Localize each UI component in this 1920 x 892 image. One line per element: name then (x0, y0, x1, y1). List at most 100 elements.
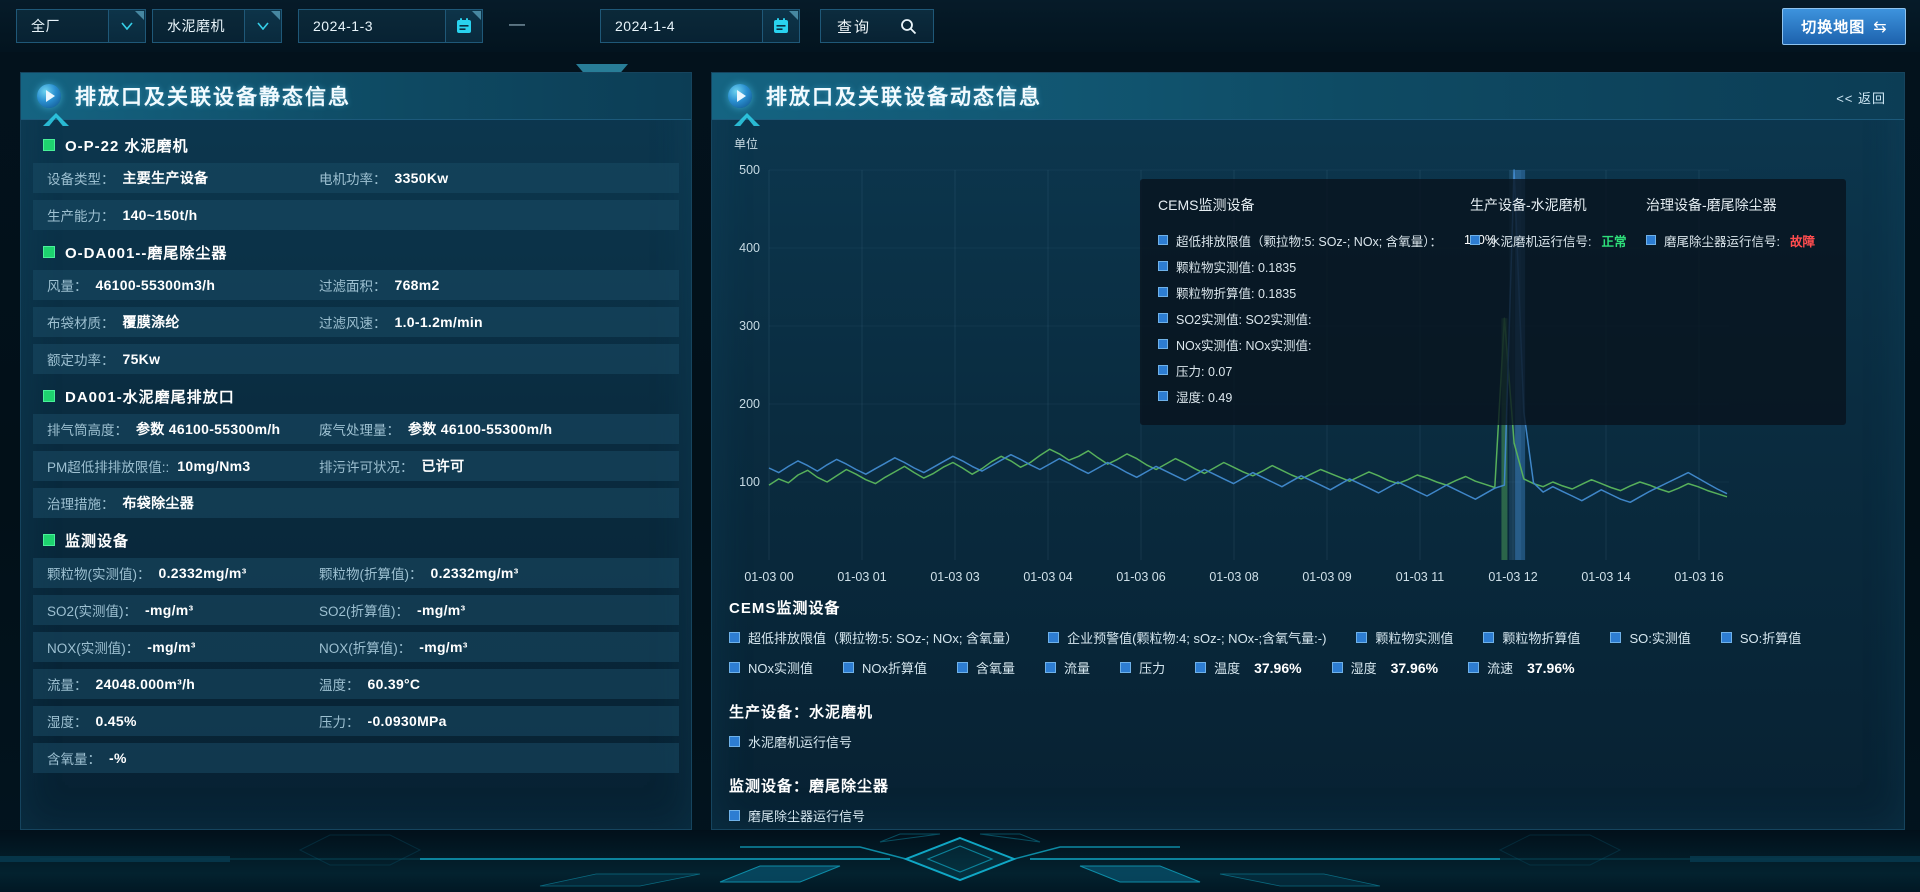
y-tick-label: 300 (739, 319, 760, 333)
legend-item[interactable]: 流速37.96% (1468, 658, 1575, 677)
legend-item[interactable]: 湿度37.96% (1332, 658, 1439, 677)
field-value: 0.2332mg/m³ (431, 565, 519, 581)
green-square-icon (43, 139, 55, 151)
legend-item[interactable]: 含氧量 (957, 658, 1015, 677)
field-value: -mg/m³ (417, 602, 465, 618)
section-title: 监测设备 (65, 530, 129, 551)
calendar-icon[interactable] (445, 10, 482, 42)
section-header: 监测设备 (35, 525, 679, 555)
chevron-decoration (734, 113, 760, 126)
plant-select[interactable]: 全厂 (16, 9, 146, 43)
legend-item[interactable]: 颗粒物折算值 (1483, 628, 1580, 647)
field-pair: NOX(折算值)：-mg/m³ (319, 632, 468, 662)
field-label: 治理措施： (47, 493, 115, 513)
field-value: 768m2 (395, 277, 440, 293)
tooltip-item-text: SO2实测值: SO2实测值: (1176, 309, 1311, 328)
table-row: 流量：24048.000m³/h 温度：60.39°C (33, 669, 679, 699)
field-pair: 流量：24048.000m³/h (47, 669, 195, 699)
date-start-input[interactable]: 2024-1-3 (298, 9, 483, 43)
blue-square-icon (1158, 235, 1168, 245)
legend-item-label: NOx实测值 (748, 658, 813, 677)
static-info-list: O-P-22 水泥磨机设备类型：主要生产设备电机功率：3350Kw生产能力：14… (21, 119, 691, 829)
field-pair: 排污许可状况：已许可 (319, 451, 464, 481)
x-tick-label: 01-03 06 (1116, 570, 1165, 583)
legend-item[interactable]: SO:折算值 (1721, 628, 1801, 647)
field-pair: 生产能力：140~150t/h (47, 200, 198, 230)
legend-item[interactable]: 流量 (1045, 658, 1090, 677)
legend-item[interactable]: SO:实测值 (1610, 628, 1690, 647)
legend-group-title: 监测设备：磨尾除尘器 (729, 775, 1889, 796)
static-panel-header: 排放口及关联设备静态信息 (21, 73, 691, 120)
tooltip-column-title: CEMS监测设备 (1158, 195, 1470, 215)
field-label: SO2(折算值)： (319, 600, 409, 620)
legend-item-value: 37.96% (1527, 660, 1574, 676)
legend-item[interactable]: 磨尾除尘器运行信号 (729, 806, 865, 825)
legend-item[interactable]: 压力 (1120, 658, 1165, 677)
tooltip-item: 压力: 0.07 (1158, 357, 1470, 383)
chevron-down-icon[interactable] (244, 10, 281, 42)
dynamic-panel-title: 排放口及关联设备动态信息 (766, 81, 1042, 111)
field-label: 颗粒物(折算值)： (319, 563, 423, 583)
table-row: NOX(实测值)：-mg/m³ NOX(折算值)：-mg/m³ (33, 632, 679, 662)
field-value: 参数 46100-55300m/h (136, 419, 280, 439)
legend-item[interactable]: 企业预警值(颗粒物:4; sOz-; NOx-;含氧气量:-) (1048, 628, 1326, 647)
legend-item-label: NOx折算值 (862, 658, 927, 677)
legend-item[interactable]: 水泥磨机运行信号 (729, 732, 852, 751)
date-start-value: 2024-1-3 (299, 18, 445, 34)
y-axis-unit-label: 单位 (734, 135, 758, 152)
field-value: -mg/m³ (145, 602, 193, 618)
field-pair: 额定功率：75Kw (47, 344, 160, 374)
query-button[interactable]: 查询 (820, 9, 934, 43)
back-link[interactable]: << 返回 (1836, 88, 1886, 107)
calendar-icon[interactable] (762, 10, 799, 42)
blue-square-icon (1048, 632, 1059, 643)
table-row: 布袋材质：覆膜涤纶过滤风速：1.0-1.2m/min (33, 307, 679, 337)
legend-item[interactable]: NOx实测值 (729, 658, 813, 677)
field-label: 废气处理量： (319, 419, 400, 439)
field-pair: 温度：60.39°C (319, 669, 420, 699)
field-pair: NOX(实测值)：-mg/m³ (47, 632, 196, 662)
switch-map-button[interactable]: 切换地图 ⇆ (1782, 8, 1906, 45)
legend-item[interactable]: NOx折算值 (843, 658, 927, 677)
field-label: 布袋材质： (47, 312, 115, 332)
device-select[interactable]: 水泥磨机 (152, 9, 282, 43)
blue-square-icon (1356, 632, 1367, 643)
x-tick-label: 01-03 09 (1302, 570, 1351, 583)
legend-item[interactable]: 颗粒物实测值 (1356, 628, 1453, 647)
blue-square-icon (729, 736, 740, 747)
chevron-down-icon[interactable] (108, 10, 145, 42)
tooltip-item: 磨尾除尘器运行信号:故障 (1646, 227, 1828, 253)
date-end-input[interactable]: 2024-1-4 (600, 9, 800, 43)
field-pair: 颗粒物(实测值)：0.2332mg/m³ (47, 558, 247, 588)
y-tick-label: 100 (739, 475, 760, 489)
legend-items: 超低排放限值（颗拉物:5: SOz-; NOx; 含氧量） 企业预警值(颗粒物:4… (729, 628, 1889, 677)
legend-item-label: 颗粒物折算值 (1502, 628, 1580, 647)
tooltip-item: SO2实测值: SO2实测值: (1158, 305, 1470, 331)
green-square-icon (43, 534, 55, 546)
field-pair: 布袋材质：覆膜涤纶 (47, 307, 180, 337)
date-end-value: 2024-1-4 (601, 18, 762, 34)
blue-square-icon (1158, 261, 1168, 271)
legend-item-label: 压力 (1139, 658, 1165, 677)
blue-square-icon (729, 632, 740, 643)
field-value: -0.0930MPa (368, 713, 447, 729)
field-label: 温度： (319, 674, 360, 694)
legend-item[interactable]: 超低排放限值（颗拉物:5: SOz-; NOx; 含氧量） (729, 628, 1018, 647)
field-label: 排气筒高度： (47, 419, 128, 439)
x-tick-label: 01-03 08 (1209, 570, 1258, 583)
legend-spacer (729, 755, 1889, 775)
table-row: 设备类型：主要生产设备电机功率：3350Kw (33, 163, 679, 193)
blue-square-icon (843, 662, 854, 673)
field-label: 设备类型： (47, 168, 115, 188)
legend-item[interactable]: 温度37.96% (1195, 658, 1302, 677)
field-label: PM超低排排放限值:: (47, 456, 169, 476)
field-label: NOX(折算值)： (319, 637, 411, 657)
tooltip-column: CEMS监测设备超低排放限值（颗拉物:5: SOz-; NOx; 含氧量）：10… (1158, 195, 1470, 409)
legend-item-label: 颗粒物实测值 (1375, 628, 1453, 647)
table-row: 湿度：0.45%压力：-0.0930MPa (33, 706, 679, 736)
field-label: 排污许可状况： (319, 456, 414, 476)
field-label: SO2(实测值)： (47, 600, 137, 620)
section-header: DA001-水泥磨尾排放口 (35, 381, 679, 411)
tooltip-item-text: 磨尾除尘器运行信号: (1664, 231, 1780, 250)
field-pair: 颗粒物(折算值)： 0.2332mg/m³ (319, 558, 519, 588)
